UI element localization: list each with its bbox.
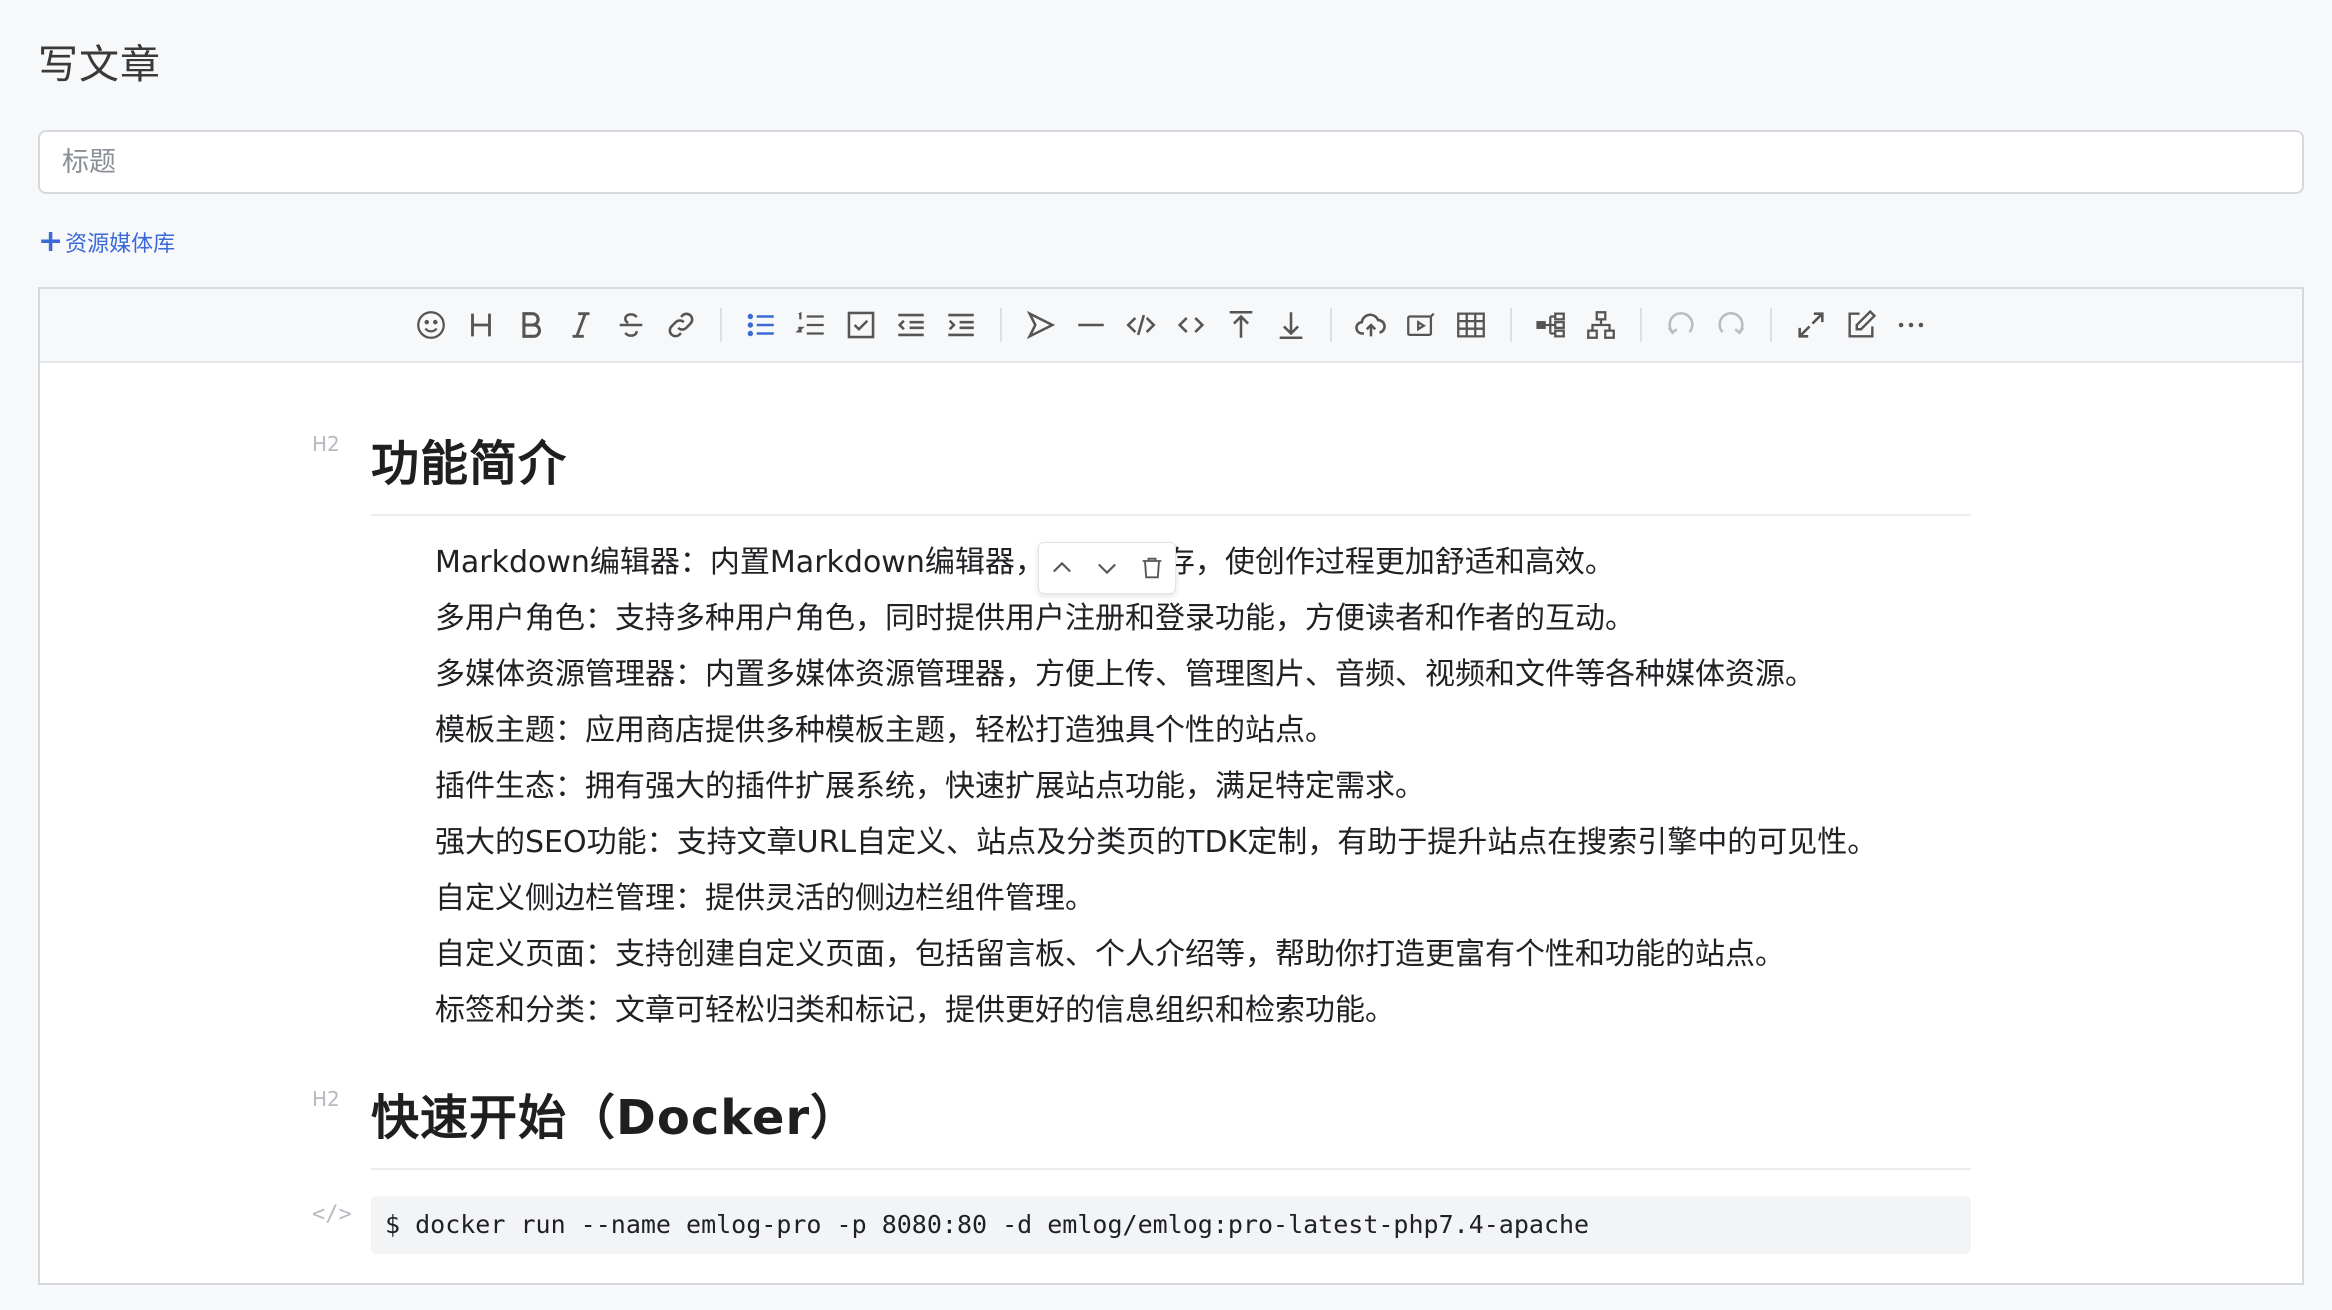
list-item: 强大的SEO功能：支持文章URL自定义、站点及分类页的TDK定制，有助于提升站点… [435, 825, 1878, 860]
page-title: 写文章 [38, 42, 161, 88]
editor-page: 写文章 + 资源媒体库 [0, 0, 2332, 1310]
outline-icon[interactable] [1526, 300, 1576, 350]
toolbar-divider [720, 308, 722, 342]
code-marker: </> [312, 1202, 352, 1227]
heading-icon[interactable] [456, 300, 506, 350]
undo-icon[interactable] [1656, 300, 1706, 350]
toolbar-divider [1330, 308, 1332, 342]
block-float-toolbar [1038, 542, 1176, 594]
italic-icon[interactable] [556, 300, 606, 350]
toolbar-divider [1510, 308, 1512, 342]
record-icon[interactable] [1396, 300, 1446, 350]
editor-toolbar [40, 289, 2302, 363]
list-item: 插件生态：拥有强大的插件扩展系统，快速扩展站点功能，满足特定需求。 [435, 769, 1425, 804]
fullscreen-icon[interactable] [1786, 300, 1836, 350]
toolbar-divider [1000, 308, 1002, 342]
delete-icon[interactable] [1135, 551, 1169, 585]
title-input[interactable] [38, 130, 2304, 194]
code-block-icon[interactable] [1116, 300, 1166, 350]
emoji-icon[interactable] [406, 300, 456, 350]
code-block[interactable]: $ docker run --name emlog-pro -p 8080:80… [371, 1196, 1971, 1254]
move-up-icon[interactable] [1045, 551, 1079, 585]
list-item: 多用户角色：支持多种用户角色，同时提供用户注册和登录功能，方便读者和作者的互动。 [435, 601, 1635, 636]
heading-marker: H2 [312, 1087, 340, 1111]
list-item: 多媒体资源管理器：内置多媒体资源管理器，方便上传、管理图片、音频、视频和文件等各… [435, 657, 1815, 692]
feature-list: Markdown编辑器：内置Markdown编辑器，并自动保存，使创作过程更加舒… [435, 535, 1877, 1039]
more-icon[interactable] [1886, 300, 1936, 350]
inline-code-icon[interactable] [1166, 300, 1216, 350]
indent-icon[interactable] [936, 300, 986, 350]
section-heading-features: 功能简介 [371, 424, 1971, 516]
list-item: 模板主题：应用商店提供多种模板主题，轻松打造独具个性的站点。 [435, 713, 1335, 748]
edit-mode-icon[interactable] [1836, 300, 1886, 350]
checklist-icon[interactable] [836, 300, 886, 350]
list-item: 自定义页面：支持创建自定义页面，包括留言板、个人介绍等，帮助你打造更富有个性和功… [435, 937, 1785, 972]
table-icon[interactable] [1446, 300, 1496, 350]
heading-marker: H2 [312, 432, 340, 456]
outdent-icon[interactable] [886, 300, 936, 350]
media-library-link[interactable]: + 资源媒体库 [38, 226, 175, 258]
insert-before-icon[interactable] [1216, 300, 1266, 350]
link-icon[interactable] [656, 300, 706, 350]
toolbar-divider [1770, 308, 1772, 342]
list-item: 标签和分类：文章可轻松归类和标记，提供更好的信息组织和检索功能。 [435, 993, 1395, 1028]
horizontal-rule-icon[interactable] [1066, 300, 1116, 350]
move-down-icon[interactable] [1090, 551, 1124, 585]
upload-icon[interactable] [1346, 300, 1396, 350]
bulleted-list-icon[interactable] [736, 300, 786, 350]
insert-after-icon[interactable] [1266, 300, 1316, 350]
section-heading-quickstart: 快速开始（Docker） [371, 1078, 1971, 1170]
mindmap-icon[interactable] [1576, 300, 1626, 350]
list-item: 自定义侧边栏管理：提供灵活的侧边栏组件管理。 [435, 881, 1095, 916]
strikethrough-icon[interactable] [606, 300, 656, 350]
quote-icon[interactable] [1016, 300, 1066, 350]
plus-icon: + [38, 224, 64, 259]
toolbar-divider [1640, 308, 1642, 342]
media-library-label: 资源媒体库 [65, 232, 176, 257]
bold-icon[interactable] [506, 300, 556, 350]
redo-icon[interactable] [1706, 300, 1756, 350]
numbered-list-icon[interactable] [786, 300, 836, 350]
